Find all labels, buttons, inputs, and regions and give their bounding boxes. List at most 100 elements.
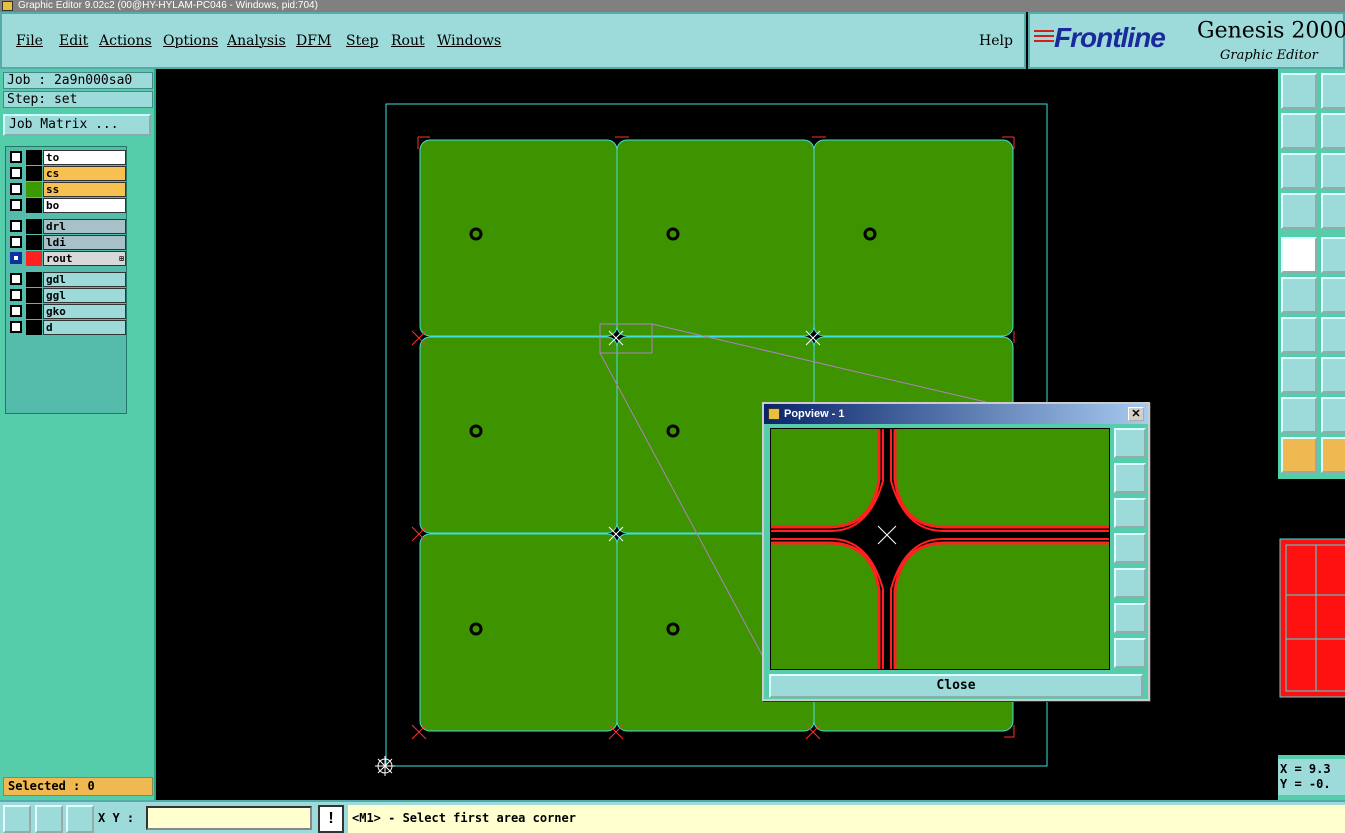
layer-row[interactable]: to [8, 150, 126, 165]
zoom-home-icon[interactable] [1114, 428, 1146, 458]
product-name: Genesis 20002 [1197, 18, 1345, 44]
coord-y: Y = -0. [1280, 777, 1331, 791]
layer-color-swatch[interactable] [26, 219, 42, 234]
layer-checkbox[interactable] [10, 236, 22, 248]
line-icon[interactable] [1321, 357, 1345, 393]
window-title-bar: Graphic Editor 9.02c2 (00@HY-HYLAM-PC046… [0, 0, 1345, 12]
layer-checkbox[interactable] [10, 199, 22, 211]
popview-title-bar[interactable]: Popview - 1 ✕ [764, 404, 1148, 424]
layer-name[interactable]: d [43, 320, 126, 335]
left-panel: Job : 2a9n000sa0 Step: set Job Matrix ..… [0, 69, 156, 800]
layer-name[interactable]: gko [43, 304, 126, 319]
select-pointer-icon[interactable] [1281, 437, 1317, 473]
move-left-icon[interactable] [1281, 113, 1317, 149]
xy-label: X Y : [98, 811, 135, 825]
triangle-icon[interactable] [1281, 397, 1317, 433]
layer-color-swatch[interactable] [26, 166, 42, 181]
close-icon[interactable]: ✕ [1128, 407, 1144, 421]
move-right-icon[interactable] [1321, 113, 1345, 149]
pan-up-icon[interactable] [1114, 463, 1146, 493]
select-area-icon[interactable] [1321, 437, 1345, 473]
popview-close-button[interactable]: Close [769, 674, 1143, 698]
layer-checkbox[interactable] [10, 321, 22, 333]
grid-icon[interactable] [1321, 193, 1345, 229]
layer-row[interactable]: gdl [8, 272, 126, 287]
layer-row[interactable]: cs [8, 166, 126, 181]
layer-color-swatch[interactable] [26, 182, 42, 197]
zoom-in-icon[interactable] [1114, 603, 1146, 633]
layer-name[interactable]: ggl [43, 288, 126, 303]
angle-ortho-icon[interactable] [35, 805, 63, 833]
pan-left-icon[interactable] [1114, 533, 1146, 563]
menu-file[interactable]: File [16, 33, 43, 49]
menu-step[interactable]: Step [346, 33, 378, 49]
measure-icon[interactable] [1321, 237, 1345, 273]
layer-checkbox[interactable] [10, 183, 22, 195]
layer-row[interactable]: drl [8, 219, 126, 234]
popview-image[interactable] [770, 428, 1110, 670]
layer-checkbox[interactable] [10, 273, 22, 285]
layer-color-swatch[interactable] [26, 288, 42, 303]
layer-row[interactable]: ldi [8, 235, 126, 250]
layer-row[interactable]: gko [8, 304, 126, 319]
board-cell [419, 533, 618, 732]
layer-color-swatch[interactable] [26, 251, 42, 266]
layer-name[interactable]: gdl [43, 272, 126, 287]
layer-color-swatch[interactable] [26, 198, 42, 213]
layer-checkbox[interactable] [10, 151, 22, 163]
exclamation-icon[interactable]: ! [318, 805, 344, 833]
triangle-alt-icon[interactable] [1321, 397, 1345, 433]
zoom-out-icon[interactable] [1114, 638, 1146, 668]
layer-name[interactable]: ss [43, 182, 126, 197]
layer-checkbox[interactable] [10, 252, 22, 264]
menu-rout[interactable]: Rout [391, 33, 425, 49]
overview-minimap[interactable] [1278, 479, 1345, 755]
tools-icon[interactable] [1281, 193, 1317, 229]
connect-icon[interactable] [1281, 277, 1317, 313]
layer-name[interactable]: rout ⊞ [43, 251, 126, 266]
board-cell [616, 139, 815, 337]
snap-icon[interactable] [1281, 237, 1317, 273]
menu-windows[interactable]: Windows [437, 33, 501, 49]
grid-snap-icon[interactable] [66, 805, 94, 833]
board-cell [419, 336, 618, 534]
move-up-icon[interactable] [1281, 73, 1317, 109]
pan-right-icon[interactable] [1114, 568, 1146, 598]
menu-actions[interactable]: Actions [99, 33, 152, 49]
layer-row[interactable]: ss [8, 182, 126, 197]
menu-edit[interactable]: Edit [59, 33, 88, 49]
layer-row[interactable]: bo [8, 198, 126, 213]
layer-color-swatch[interactable] [26, 272, 42, 287]
layer-name[interactable]: drl [43, 219, 126, 234]
menu-options[interactable]: Options [163, 33, 218, 49]
layer-name[interactable]: to [43, 150, 126, 165]
zoom-center-icon[interactable] [1321, 153, 1345, 189]
layer-name[interactable]: ldi [43, 235, 126, 250]
layer-row[interactable]: ggl [8, 288, 126, 303]
pad-icon[interactable] [1281, 357, 1317, 393]
xy-input[interactable] [146, 806, 312, 830]
zoom-fit-icon[interactable] [1281, 153, 1317, 189]
layer-name[interactable]: cs [43, 166, 126, 181]
menu-dfm[interactable]: DFM [296, 33, 331, 49]
layer-color-swatch[interactable] [26, 304, 42, 319]
angle-snap-icon[interactable] [3, 805, 31, 833]
layer-color-swatch[interactable] [26, 320, 42, 335]
layer-checkbox[interactable] [10, 220, 22, 232]
pan-down-icon[interactable] [1114, 498, 1146, 528]
angle-alt-icon[interactable] [1321, 317, 1345, 353]
move-down-icon[interactable] [1321, 73, 1345, 109]
layer-checkbox[interactable] [10, 167, 22, 179]
layer-color-swatch[interactable] [26, 235, 42, 250]
layer-row[interactable]: d [8, 320, 126, 335]
angle-icon[interactable] [1281, 317, 1317, 353]
menu-help[interactable]: Help [979, 33, 1013, 49]
layer-color-swatch[interactable] [26, 150, 42, 165]
job-matrix-button[interactable]: Job Matrix ... [3, 114, 151, 136]
menu-analysis[interactable]: Analysis [227, 33, 286, 49]
layer-row[interactable]: rout ⊞ [8, 251, 126, 266]
layer-checkbox[interactable] [10, 305, 22, 317]
layer-checkbox[interactable] [10, 289, 22, 301]
cross-icon[interactable] [1321, 277, 1345, 313]
layer-name[interactable]: bo [43, 198, 126, 213]
